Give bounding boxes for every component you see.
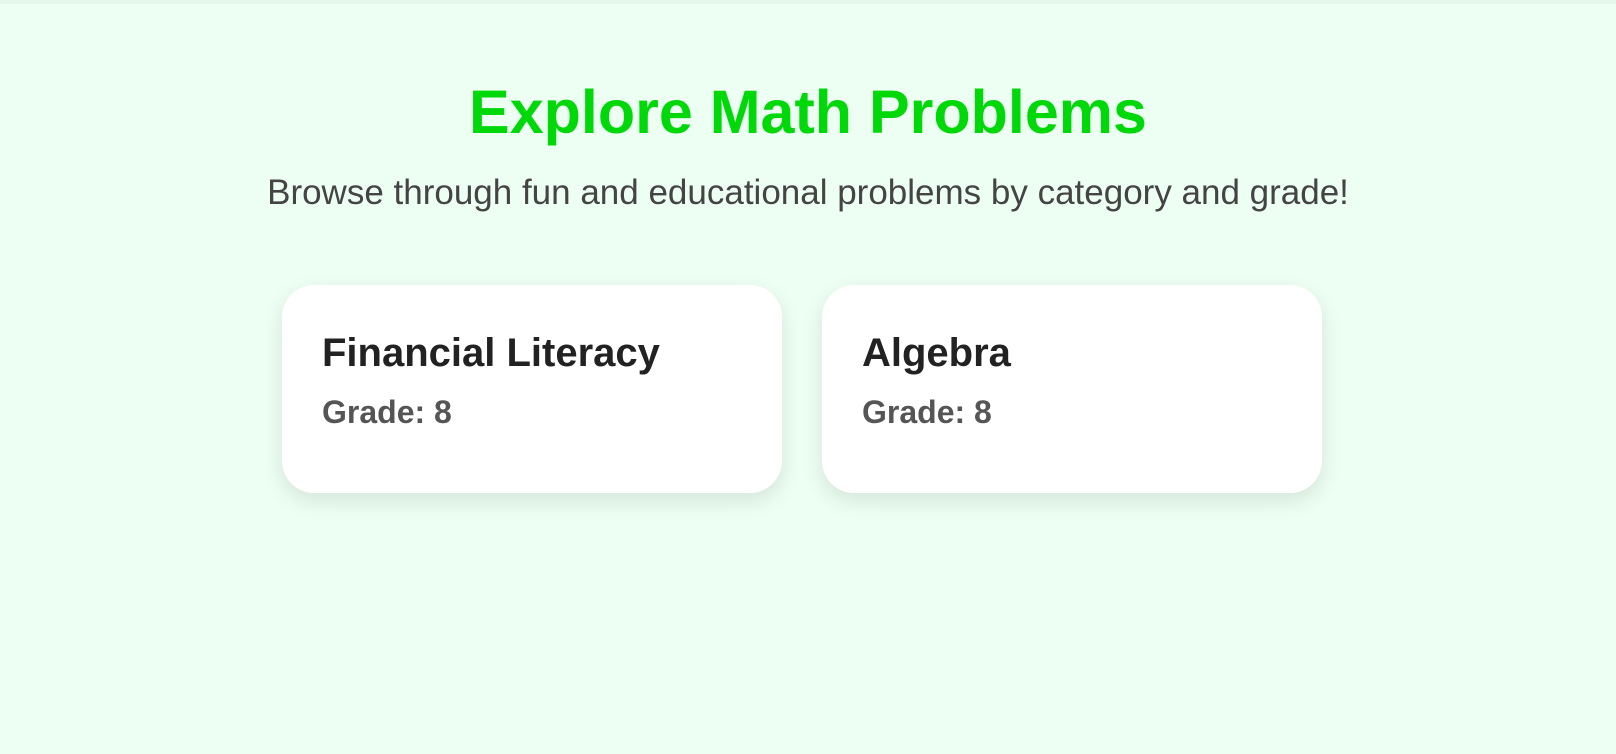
problem-card-algebra[interactable]: Algebra Grade: 8 xyxy=(822,285,1322,493)
card-title: Algebra xyxy=(862,331,1011,375)
card-title: Financial Literacy xyxy=(322,331,660,375)
problem-card-financial-literacy[interactable]: Financial Literacy Grade: 8 xyxy=(282,285,782,493)
page-title: Explore Math Problems xyxy=(469,78,1147,146)
card-grade: Grade: 8 xyxy=(322,394,452,430)
page-subtitle: Browse through fun and educational probl… xyxy=(267,173,1349,212)
card-grade: Grade: 8 xyxy=(862,394,992,430)
problem-card-list: Financial Literacy Grade: 8 Algebra Grad… xyxy=(282,285,1322,493)
top-border xyxy=(0,0,1616,4)
page: Explore Math Problems Browse through fun… xyxy=(0,0,1616,754)
